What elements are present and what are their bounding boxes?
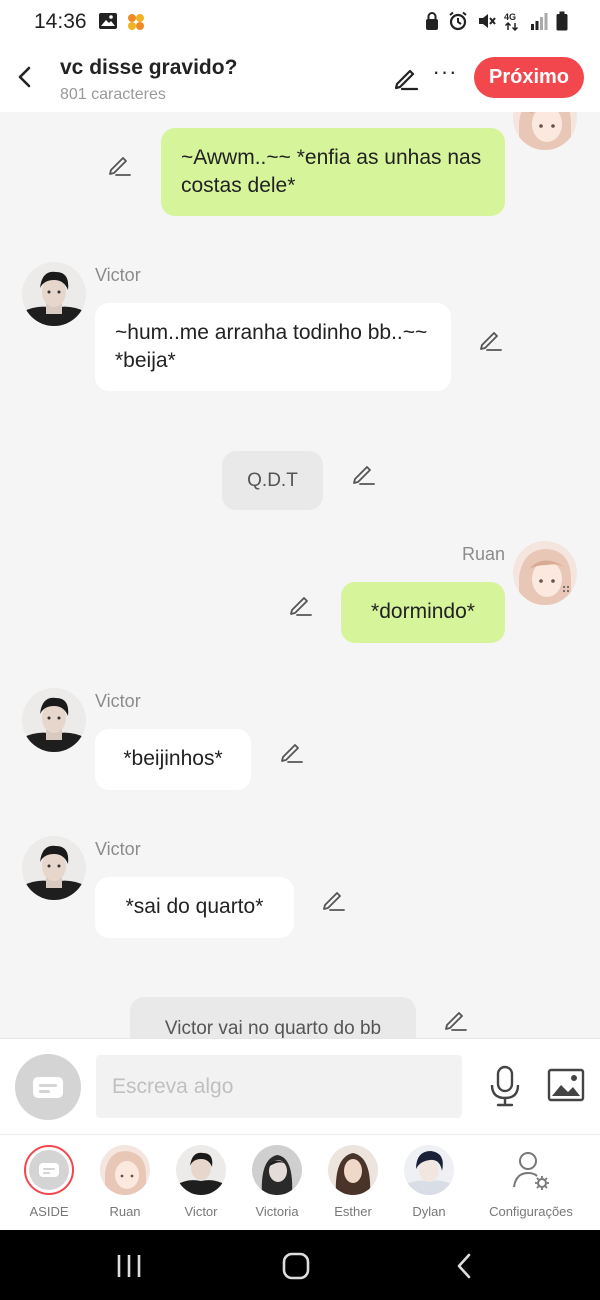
user-settings-icon [513,1152,549,1190]
edit-message-icon[interactable] [288,592,314,618]
message-bubble-mine[interactable]: *dormindo* [341,582,505,643]
edit-message-icon[interactable] [107,152,133,178]
aside-toggle-button[interactable] [15,1054,81,1120]
character-victoria[interactable]: Victoria [239,1145,315,1219]
aside-icon [29,1150,69,1190]
more-options-icon[interactable]: ··· [432,61,458,90]
message-text: ~Awwm..~~ *enfia as unhas nas costas del… [181,146,482,197]
character-name: Dylan [412,1204,446,1219]
image-icon [99,13,117,29]
message-text: *beijinhos* [123,747,223,770]
sender-name: Victor [95,691,141,711]
message-bubble-theirs[interactable]: *beijinhos* [95,729,251,790]
message-text: *dormindo* [371,600,475,623]
avatar-ruan[interactable] [513,541,577,605]
message-text: ~hum..me arranha todinho bb..~~ *beija* [115,321,428,372]
recent-apps-icon[interactable] [116,1254,142,1278]
chat-thread[interactable]: ~Awwm..~~ *enfia as unhas nas costas del… [0,112,600,1038]
ruan-avatar-image [100,1145,150,1195]
settings-label: Configurações [489,1204,573,1219]
sender-name: Victor [95,839,141,859]
next-button[interactable]: Próximo [474,57,584,98]
avatar-victor[interactable] [22,262,86,326]
character-selector: ASIDE Ruan Victor Victoria Esther Dylan … [0,1134,600,1230]
character-name: Ruan [109,1204,141,1219]
victor-avatar-image [22,836,86,900]
composer: Escreva algo [0,1038,600,1134]
character-esther[interactable]: Esther [315,1145,391,1219]
status-time: 14:36 [34,10,87,33]
settings-button[interactable]: Configurações [484,1145,578,1219]
victor-avatar-image [22,688,86,752]
edit-message-icon[interactable] [321,887,347,913]
back-nav-icon[interactable] [454,1252,474,1280]
chat-header: vc disse gravido? 801 caracteres ··· Pró… [0,46,600,112]
edit-title-icon[interactable] [392,64,420,92]
lock-icon [426,12,438,30]
character-name: Victoria [255,1204,299,1219]
message-bubble-mine[interactable]: ~Awwm..~~ *enfia as unhas nas costas del… [161,128,505,216]
character-name: Esther [334,1204,372,1219]
character-victor[interactable]: Victor [163,1145,239,1219]
narration-text: Victor vai no quarto do bb [164,1018,382,1038]
back-icon[interactable] [10,60,40,94]
character-count: 801 caracteres [60,86,166,103]
character-name: ASIDE [29,1204,69,1219]
avatar-victor[interactable] [22,836,86,900]
svg-text:4G: 4G [504,12,516,22]
alarm-icon [449,11,467,31]
ruan-avatar-image [513,112,577,150]
mute-icon [479,14,496,28]
victoria-avatar-image [252,1145,302,1195]
edit-message-icon[interactable] [279,739,305,765]
esther-avatar-image [328,1145,378,1195]
message-text: *sai do quarto* [125,895,264,918]
victor-avatar-image [22,262,86,326]
avatar-victor[interactable] [22,688,86,752]
edit-message-icon[interactable] [443,1007,469,1033]
avatar-ruan[interactable] [513,112,577,150]
message-input[interactable]: Escreva algo [96,1055,462,1118]
character-name: Victor [184,1204,218,1219]
narration-text: Q.D.T [247,470,298,491]
home-icon[interactable] [282,1252,310,1280]
battery-icon [556,11,568,31]
microphone-icon[interactable] [488,1065,522,1107]
app-notification-icon [128,14,144,30]
status-icons: 4G [424,11,568,31]
4g-icon: 4G [504,12,519,31]
narration-bubble[interactable]: Q.D.T [222,451,323,510]
signal-icon [531,13,548,30]
edit-message-icon[interactable] [478,327,504,353]
character-ruan[interactable]: Ruan [87,1145,163,1219]
status-bar: 14:36 4G [0,0,600,46]
aside-chat-icon [33,1077,63,1098]
character-dylan[interactable]: Dylan [391,1145,467,1219]
ruan-avatar-image [513,541,577,605]
image-upload-icon[interactable] [547,1068,585,1102]
character-aside[interactable]: ASIDE [11,1145,87,1219]
narration-bubble[interactable]: Victor vai no quarto do bb [130,997,416,1038]
edit-message-icon[interactable] [351,461,377,487]
sender-name: Victor [95,265,141,285]
victor-avatar-image [176,1145,226,1195]
message-bubble-theirs[interactable]: *sai do quarto* [95,877,294,938]
sender-name: Ruan [462,544,506,564]
system-navigation-bar [0,1230,600,1300]
message-bubble-theirs[interactable]: ~hum..me arranha todinho bb..~~ *beija* [95,303,451,391]
dylan-avatar-image [404,1145,454,1195]
story-title: vc disse gravido? [60,56,238,79]
